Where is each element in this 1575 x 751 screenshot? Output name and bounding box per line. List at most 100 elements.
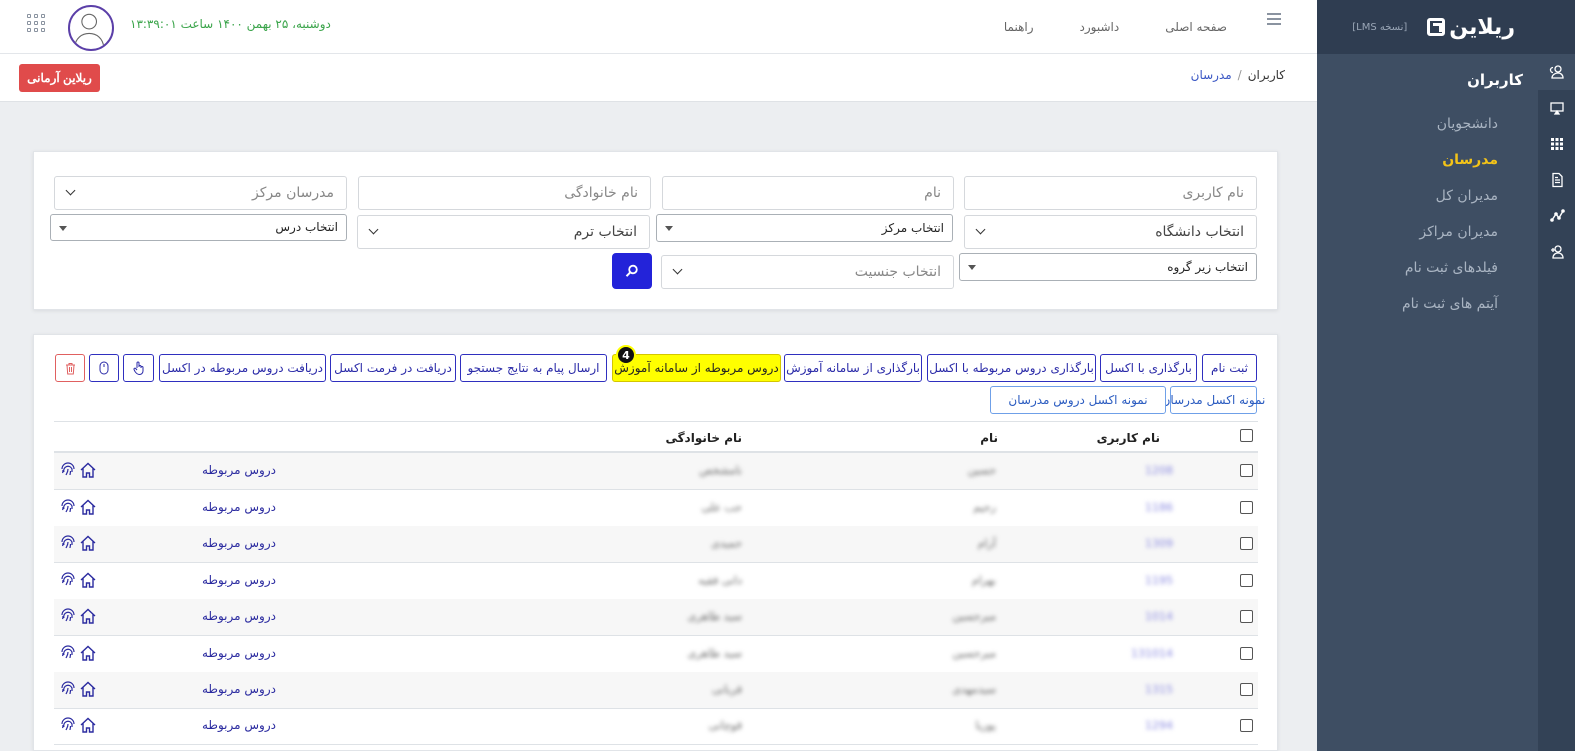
related-courses-link[interactable]: دروس مربوطه bbox=[202, 463, 276, 477]
logo-icon bbox=[1427, 18, 1446, 36]
breadcrumb-root[interactable]: کاربران bbox=[1248, 68, 1285, 82]
sample-teachers-excel-button[interactable]: نمونه اکسل مدرسان bbox=[1162, 386, 1265, 414]
row-actions bbox=[59, 607, 97, 625]
caret-down-icon bbox=[968, 265, 976, 270]
first-name-input[interactable]: نام bbox=[662, 176, 954, 210]
avatar[interactable] bbox=[68, 5, 114, 51]
document-icon[interactable] bbox=[1538, 162, 1575, 198]
mouse-button[interactable] bbox=[89, 354, 119, 382]
related-courses-link[interactable]: دروس مربوطه bbox=[202, 536, 276, 550]
nav-help[interactable]: راهنما bbox=[1004, 20, 1034, 34]
upload-from-lms-button[interactable]: بارگذاری از سامانه آموزش bbox=[784, 354, 922, 382]
related-courses-link[interactable]: دروس مربوطه bbox=[202, 682, 276, 696]
cell-username[interactable]: 1309 bbox=[1145, 537, 1173, 550]
center-select[interactable]: انتخاب مرکز bbox=[656, 214, 953, 242]
row-checkbox[interactable] bbox=[1240, 537, 1253, 550]
hand-pointer-button[interactable] bbox=[123, 354, 154, 382]
term-select[interactable]: انتخاب ترم bbox=[357, 215, 650, 249]
column-username: نام کاربری bbox=[1096, 431, 1160, 445]
last-name-input[interactable]: نام خانوادگی bbox=[358, 176, 651, 210]
upload-courses-excel-button[interactable]: بارگذاری دروس مربوطه با اکسل bbox=[927, 354, 1096, 382]
cell-first-name: حسین bbox=[967, 464, 996, 477]
register-button[interactable]: ثبت نام bbox=[1202, 354, 1257, 382]
related-courses-link[interactable]: دروس مربوطه bbox=[202, 573, 276, 587]
sidebar-section-title[interactable]: کاربران bbox=[1317, 54, 1538, 106]
username-input[interactable]: نام کاربری bbox=[964, 176, 1257, 210]
related-courses-link[interactable]: دروس مربوطه bbox=[202, 646, 276, 660]
hamburger-icon[interactable] bbox=[1267, 13, 1281, 28]
add-user-icon[interactable] bbox=[1538, 234, 1575, 270]
search-button[interactable] bbox=[612, 253, 652, 289]
fingerprint-icon[interactable] bbox=[59, 607, 77, 625]
fingerprint-icon[interactable] bbox=[59, 571, 77, 589]
cell-last-name: حمیدی bbox=[711, 537, 742, 550]
home-icon[interactable] bbox=[79, 571, 97, 589]
sidebar-item-registration-fields[interactable]: فیلدهای ثبت نام bbox=[1317, 250, 1538, 286]
row-checkbox[interactable] bbox=[1240, 501, 1253, 514]
sidebar-item-students[interactable]: دانشجویان bbox=[1317, 106, 1538, 142]
fingerprint-icon[interactable] bbox=[59, 716, 77, 734]
sidebar-item-teachers[interactable]: مدرسان bbox=[1317, 142, 1538, 178]
course-select[interactable]: انتخاب درس bbox=[50, 214, 347, 241]
sidebar-item-center-managers[interactable]: مدیران مراکز bbox=[1317, 214, 1538, 250]
users-icon[interactable] bbox=[1538, 54, 1575, 90]
nav-dashboard[interactable]: داشبورد bbox=[1080, 20, 1120, 34]
sample-courses-excel-button[interactable]: نمونه اکسل دروس مدرسان bbox=[990, 386, 1166, 414]
apps-grid-icon[interactable] bbox=[27, 14, 45, 32]
monitor-icon[interactable] bbox=[1538, 90, 1575, 126]
fingerprint-icon[interactable] bbox=[59, 534, 77, 552]
university-select[interactable]: انتخاب دانشگاه bbox=[964, 215, 1257, 249]
center-teachers-select[interactable]: مدرسان مرکز bbox=[54, 176, 347, 210]
home-icon[interactable] bbox=[79, 534, 97, 552]
home-icon[interactable] bbox=[79, 680, 97, 698]
upload-excel-button[interactable]: بارگذاری با اکسل bbox=[1100, 354, 1197, 382]
cell-username[interactable]: 1186 bbox=[1145, 501, 1173, 514]
cell-username[interactable]: 1315 bbox=[1145, 683, 1173, 696]
gender-select[interactable]: انتخاب جنسیت bbox=[661, 255, 954, 289]
chart-icon[interactable] bbox=[1538, 198, 1575, 234]
fingerprint-icon[interactable] bbox=[59, 680, 77, 698]
fingerprint-icon[interactable] bbox=[59, 461, 77, 479]
grid-icon[interactable] bbox=[1538, 126, 1575, 162]
home-icon[interactable] bbox=[79, 644, 97, 662]
select-all-checkbox[interactable] bbox=[1240, 429, 1253, 442]
row-checkbox[interactable] bbox=[1240, 683, 1253, 696]
course-value: انتخاب درس bbox=[275, 220, 338, 234]
cell-username[interactable]: 1195 bbox=[1145, 574, 1173, 587]
delete-button[interactable] bbox=[55, 354, 85, 382]
related-courses-link[interactable]: دروس مربوطه bbox=[202, 609, 276, 623]
org-button[interactable]: ریلاین آرمانی bbox=[19, 64, 100, 92]
cell-username[interactable]: 1294 bbox=[1145, 719, 1173, 732]
breadcrumb-current[interactable]: مدرسان bbox=[1191, 68, 1232, 82]
nav-home[interactable]: صفحه اصلی bbox=[1165, 20, 1227, 34]
row-checkbox[interactable] bbox=[1240, 719, 1253, 732]
sidebar-item-general-managers[interactable]: مدیران کل bbox=[1317, 178, 1538, 214]
courses-from-lms-button[interactable]: دروس مربوطه از سامانه آموزش 4 bbox=[612, 345, 781, 382]
cell-username[interactable]: 131014 bbox=[1131, 647, 1173, 660]
related-courses-link[interactable]: دروس مربوطه bbox=[202, 500, 276, 514]
term-value: انتخاب ترم bbox=[573, 224, 637, 240]
home-icon[interactable] bbox=[79, 498, 97, 516]
row-checkbox[interactable] bbox=[1240, 610, 1253, 623]
home-icon[interactable] bbox=[79, 461, 97, 479]
fingerprint-icon[interactable] bbox=[59, 498, 77, 516]
cell-username[interactable]: 1014 bbox=[1145, 610, 1173, 623]
brand-logo[interactable]: ریلاین bbox=[1427, 15, 1515, 40]
row-checkbox[interactable] bbox=[1240, 574, 1253, 587]
subgroup-select[interactable]: انتخاب زیر گروه bbox=[959, 253, 1257, 281]
row-checkbox[interactable] bbox=[1240, 464, 1253, 477]
download-courses-excel-button[interactable]: دریافت دروس مربوطه در اکسل bbox=[159, 354, 326, 382]
filter-card: نام کاربری نام نام خانوادگی مدرسان مرکز … bbox=[33, 151, 1278, 310]
home-icon[interactable] bbox=[79, 607, 97, 625]
send-message-button[interactable]: ارسال پیام به نتایج جستجو bbox=[460, 354, 607, 382]
sidebar-item-registration-items[interactable]: آیتم های ثبت نام bbox=[1317, 286, 1538, 322]
related-courses-link[interactable]: دروس مربوطه bbox=[202, 718, 276, 732]
brand-name: ریلاین bbox=[1449, 14, 1515, 40]
chevron-down-icon bbox=[975, 224, 986, 235]
cell-username[interactable]: 1208 bbox=[1145, 464, 1173, 477]
fingerprint-icon[interactable] bbox=[59, 644, 77, 662]
cell-last-name: قربانی bbox=[712, 683, 742, 696]
row-checkbox[interactable] bbox=[1240, 647, 1253, 660]
home-icon[interactable] bbox=[79, 716, 97, 734]
download-excel-button[interactable]: دریافت در فرمت اکسل bbox=[330, 354, 456, 382]
